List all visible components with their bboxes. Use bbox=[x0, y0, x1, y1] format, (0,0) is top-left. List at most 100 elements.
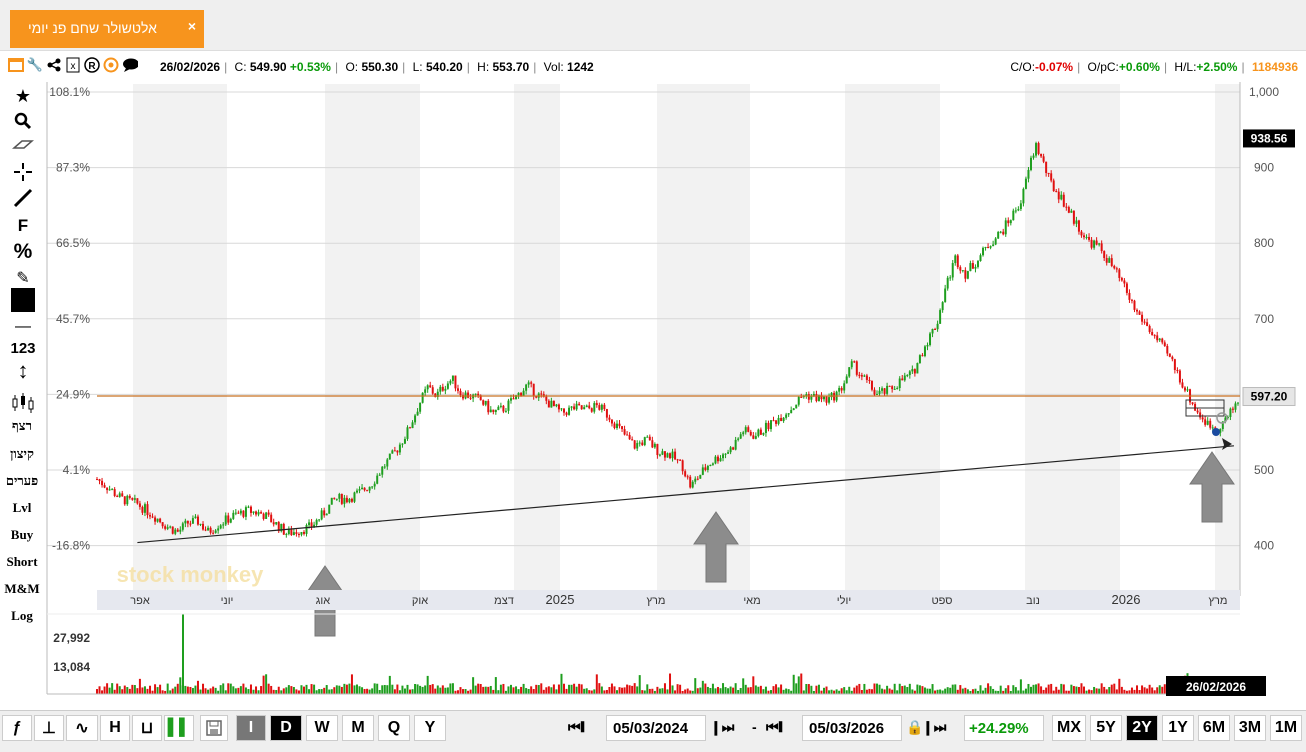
to-next-icon[interactable]: ❙⏭ bbox=[922, 719, 946, 736]
range-2y-button[interactable]: 2Y bbox=[1126, 715, 1158, 741]
volume-bar bbox=[403, 688, 406, 694]
volume-bar bbox=[739, 687, 742, 694]
candle-body bbox=[219, 525, 222, 529]
save-icon[interactable] bbox=[200, 715, 228, 741]
interval-yearly-button[interactable]: Y bbox=[414, 715, 446, 741]
candle-body bbox=[992, 244, 995, 247]
x-tick-label: נוב bbox=[1026, 595, 1040, 607]
chart-type-bars-button[interactable]: ▌▌ bbox=[164, 715, 194, 741]
volume-bar bbox=[772, 686, 775, 694]
candle-body bbox=[621, 426, 624, 430]
volume-bar bbox=[777, 687, 780, 694]
volume-bar bbox=[1120, 686, 1123, 694]
candle-body bbox=[769, 420, 772, 430]
volume-bar bbox=[1072, 686, 1075, 694]
candle-body bbox=[1075, 220, 1078, 224]
volume-bar bbox=[666, 689, 669, 694]
interval-monthly-button[interactable]: M bbox=[342, 715, 374, 741]
candle-body bbox=[467, 392, 470, 398]
candle-body bbox=[767, 422, 770, 430]
from-date-field[interactable]: 05/03/2024 bbox=[606, 715, 706, 741]
price-chart[interactable]: 1,000900800700600500400108.1%87.3%66.5%4… bbox=[0, 0, 1306, 751]
candle-body bbox=[626, 434, 629, 436]
candle-body bbox=[747, 427, 750, 432]
volume-bar bbox=[820, 690, 823, 694]
volume-bar bbox=[280, 690, 283, 694]
y-tick-label-left: 45.7% bbox=[56, 312, 90, 326]
volume-bar bbox=[711, 683, 714, 694]
candle-body bbox=[166, 527, 169, 529]
candle-body bbox=[568, 407, 571, 415]
range-3m-button[interactable]: 3M bbox=[1234, 715, 1266, 741]
chart-type-candle-button[interactable]: ƒ bbox=[2, 715, 32, 741]
candle-body bbox=[116, 495, 119, 497]
candle-body bbox=[358, 489, 361, 491]
candle-body bbox=[96, 479, 98, 481]
candle-body bbox=[454, 375, 457, 389]
volume-bar bbox=[414, 684, 417, 694]
volume-bar bbox=[242, 683, 245, 694]
volume-bar bbox=[353, 685, 356, 694]
volume-bar bbox=[323, 687, 326, 694]
volume-bar bbox=[308, 689, 311, 694]
candle-body bbox=[159, 518, 162, 523]
candle-body bbox=[308, 522, 311, 526]
volume-bar bbox=[492, 689, 495, 694]
lock-icon[interactable]: 🔒 bbox=[906, 719, 923, 736]
y-tick-label-left: 4.1% bbox=[63, 463, 91, 477]
volume-bar bbox=[345, 684, 348, 694]
candle-body bbox=[106, 487, 109, 491]
x-tick-label: אוק bbox=[412, 595, 428, 607]
month-band bbox=[657, 84, 750, 590]
volume-bar bbox=[267, 683, 270, 694]
range-1y-button[interactable]: 1Y bbox=[1162, 715, 1194, 741]
y-tick-label-left: 66.5% bbox=[56, 236, 90, 250]
candle-body bbox=[227, 515, 230, 523]
volume-tick-label: 13,084 bbox=[53, 660, 90, 674]
range-5y-button[interactable]: 5Y bbox=[1090, 715, 1122, 741]
candle-body bbox=[605, 409, 608, 418]
candle-body bbox=[845, 376, 848, 384]
from-prev-icon[interactable]: ⏮❙ bbox=[568, 719, 584, 736]
candle-body bbox=[260, 512, 263, 514]
candle-body bbox=[1103, 251, 1106, 259]
volume-bar bbox=[951, 684, 954, 694]
candle-body bbox=[994, 238, 997, 245]
candle-body bbox=[391, 450, 394, 454]
candle-body bbox=[810, 396, 813, 400]
candle-body bbox=[429, 385, 432, 388]
chart-type-line-button[interactable]: ∿ bbox=[66, 715, 98, 741]
to-prev-icon[interactable]: ⏮❙ bbox=[766, 719, 782, 736]
volume-bar bbox=[439, 687, 442, 694]
interval-weekly-button[interactable]: W bbox=[306, 715, 338, 741]
interval-daily-button[interactable]: D bbox=[270, 715, 302, 741]
interval-quarterly-button[interactable]: Q bbox=[378, 715, 410, 741]
volume-bar bbox=[1060, 683, 1063, 694]
chart-type-ohlc-button[interactable]: ⊥ bbox=[34, 715, 64, 741]
candle-body bbox=[202, 523, 205, 530]
volume-bar bbox=[1153, 690, 1156, 694]
candle-body bbox=[865, 375, 868, 380]
from-next-icon[interactable]: ❙⏭ bbox=[710, 719, 734, 736]
volume-bar bbox=[618, 687, 621, 694]
volume-bar bbox=[1163, 684, 1166, 694]
volume-bar bbox=[742, 678, 745, 694]
interval-intraday-button[interactable]: I bbox=[236, 715, 266, 741]
chart-type-step-button[interactable]: ⊔ bbox=[132, 715, 162, 741]
volume-bar bbox=[608, 687, 611, 694]
candle-body bbox=[295, 532, 298, 535]
candle-body bbox=[237, 512, 240, 514]
chart-type-hl-button[interactable]: H bbox=[100, 715, 130, 741]
volume-bar bbox=[487, 686, 490, 694]
x-tick-label: מרץ bbox=[647, 595, 666, 607]
candle-body bbox=[426, 385, 429, 390]
volume-bar bbox=[282, 688, 285, 694]
range-1m-button[interactable]: 1M bbox=[1270, 715, 1302, 741]
to-date-field[interactable]: 05/03/2026 bbox=[802, 715, 902, 741]
range-6m-button[interactable]: 6M bbox=[1198, 715, 1230, 741]
candle-body bbox=[878, 390, 881, 394]
candle-body bbox=[976, 261, 979, 267]
volume-bar bbox=[444, 687, 447, 694]
candle-body bbox=[199, 523, 202, 525]
range-max-button[interactable]: MX bbox=[1052, 715, 1086, 741]
